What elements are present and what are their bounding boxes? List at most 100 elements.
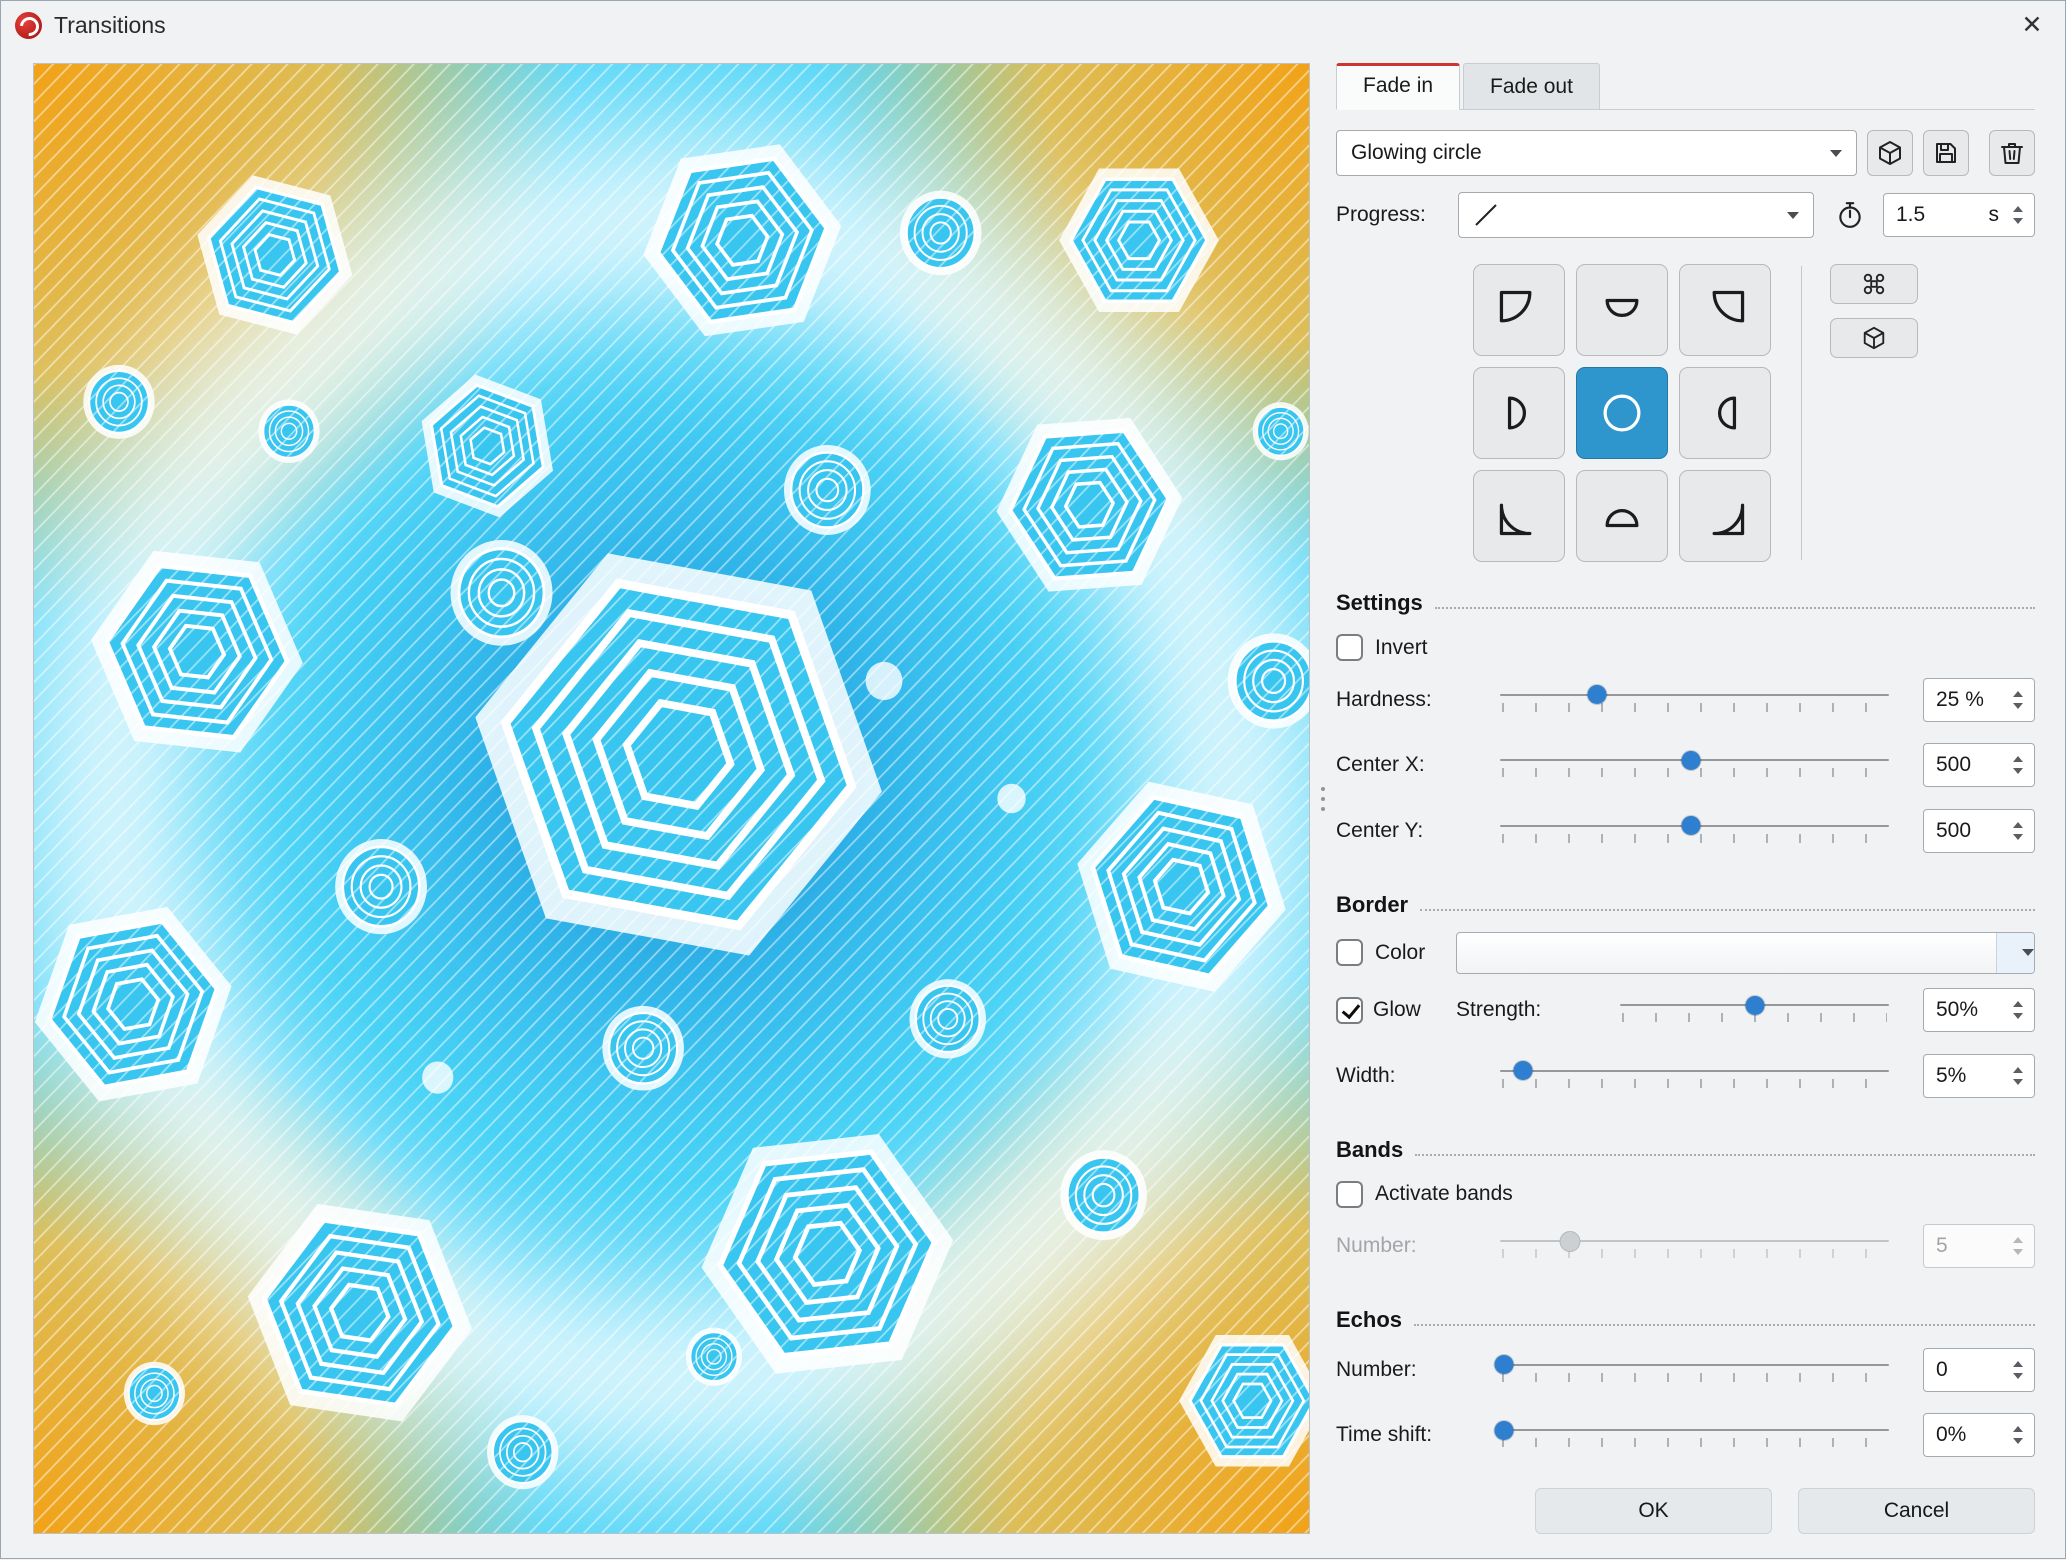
half-circle-top-icon (1605, 298, 1639, 317)
echos-number-slider[interactable] (1494, 1352, 1889, 1388)
slider-thumb[interactable] (1494, 1355, 1514, 1375)
tab-fade-in[interactable]: Fade in (1336, 63, 1461, 110)
center-y-spinner[interactable]: 500 (1923, 808, 2035, 853)
command-button[interactable] (1830, 264, 1918, 304)
color-checkbox[interactable] (1336, 939, 1363, 966)
quarter-circle-bottom-left-icon (1499, 503, 1532, 536)
slider-thumb[interactable] (1494, 1420, 1514, 1440)
tab-fade-out[interactable]: Fade out (1463, 63, 1600, 109)
close-button[interactable]: ✕ (1999, 1, 2065, 49)
color-label: Color (1375, 940, 1426, 964)
activate-bands-checkbox[interactable] (1336, 1180, 1363, 1208)
slider-thumb[interactable] (1587, 685, 1607, 705)
chevron-box[interactable] (1996, 932, 2034, 973)
border-color-row: Color (1336, 931, 2035, 974)
cube-3d-button[interactable] (1830, 318, 1918, 358)
save-preset-button[interactable] (1923, 130, 1969, 176)
spinner-arrows[interactable] (2009, 1360, 2027, 1379)
quarter-circle-top-left-icon (1499, 290, 1532, 323)
align-right-button[interactable] (1679, 367, 1771, 459)
center-x-spinner[interactable]: 500 (1923, 743, 2035, 788)
time-shift-spinner[interactable]: 0% (1923, 1413, 2035, 1458)
align-top-right-button[interactable] (1679, 264, 1771, 356)
time-shift-row: Time shift: 0% (1336, 1409, 2035, 1463)
activate-bands-checkbox-row[interactable]: Activate bands (1336, 1180, 2035, 1208)
slider-thumb (1560, 1231, 1580, 1251)
center-x-value: 500 (1936, 753, 1972, 777)
slider-thumb[interactable] (1681, 816, 1701, 836)
spinner-arrows[interactable] (2009, 690, 2027, 709)
echos-number-spinner[interactable]: 0 (1923, 1347, 2035, 1392)
slider-track (1500, 1240, 1889, 1243)
align-top-button[interactable] (1576, 264, 1668, 356)
slider-ticks (1502, 768, 1887, 778)
slider-thumb[interactable] (1681, 750, 1701, 770)
glow-width-slider[interactable] (1500, 1058, 1889, 1094)
ok-button[interactable]: OK (1535, 1488, 1772, 1534)
glow-strength-slider[interactable] (1620, 992, 1889, 1028)
align-center-button[interactable] (1576, 367, 1668, 459)
color-checkbox-row[interactable]: Color (1336, 939, 1456, 966)
cancel-button[interactable]: Cancel (1798, 1488, 2035, 1534)
load-preset-button[interactable] (1867, 130, 1913, 176)
delete-preset-button[interactable] (1989, 130, 2035, 176)
bands-section-header: Bands (1336, 1137, 2035, 1163)
alignment-side-buttons (1830, 264, 1918, 358)
hardness-slider[interactable] (1500, 682, 1889, 718)
slider-thumb[interactable] (1513, 1061, 1533, 1081)
center-x-slider[interactable] (1500, 747, 1889, 783)
spinner-arrows[interactable] (2009, 821, 2027, 840)
spinner-arrows[interactable] (2009, 1001, 2027, 1020)
time-shift-slider[interactable] (1494, 1417, 1889, 1453)
glow-checkbox[interactable] (1336, 996, 1363, 1024)
spinner-arrows[interactable] (2009, 756, 2027, 775)
preset-row: Glowing circle (1336, 130, 2035, 176)
hardness-spinner[interactable]: 25 % (1923, 677, 2035, 722)
slider-thumb[interactable] (1745, 995, 1764, 1015)
duration-spinner[interactable]: 1.5 s (1883, 193, 2035, 237)
hardness-value: 25 % (1936, 687, 1984, 711)
stopwatch-button[interactable] (1828, 193, 1872, 237)
align-bottom-button[interactable] (1576, 470, 1668, 562)
invert-checkbox[interactable] (1336, 634, 1363, 661)
alignment-grid (1473, 264, 1771, 562)
preset-value: Glowing circle (1351, 141, 1482, 164)
stopwatch-icon (1839, 202, 1861, 228)
glow-label: Glow (1373, 998, 1421, 1022)
floppy-save-icon (1936, 143, 1956, 163)
time-shift-label: Time shift: (1336, 1423, 1433, 1447)
hardness-row: Hardness: 25 % (1336, 673, 2035, 727)
border-color-dropdown[interactable] (1456, 931, 2035, 974)
progress-curve-dropdown[interactable] (1458, 192, 1814, 238)
center-y-value: 500 (1936, 818, 1972, 842)
align-left-button[interactable] (1473, 367, 1565, 459)
center-y-slider[interactable] (1500, 813, 1889, 849)
activate-bands-label: Activate bands (1375, 1182, 1513, 1205)
duration-unit: s (1988, 203, 2000, 226)
align-bottom-right-button[interactable] (1679, 470, 1771, 562)
spinner-arrows[interactable] (2009, 206, 2027, 224)
invert-checkbox-row[interactable]: Invert (1336, 634, 2035, 661)
spinner-arrows[interactable] (2009, 1066, 2027, 1085)
preset-dropdown[interactable]: Glowing circle (1336, 130, 1857, 176)
spinner-arrows[interactable] (2009, 1426, 2027, 1445)
app-logo-icon (15, 11, 42, 39)
glow-checkbox-row[interactable]: Glow (1336, 996, 1456, 1024)
glow-width-spinner[interactable]: 5% (1923, 1053, 2035, 1098)
bands-number-slider (1500, 1228, 1889, 1264)
echos-number-row: Number: 0 (1336, 1343, 2035, 1397)
splitter-handle[interactable] (1310, 63, 1336, 1534)
align-bottom-left-button[interactable] (1473, 470, 1565, 562)
section-title: Border (1336, 891, 1409, 917)
bands-number-row: Number: 5 (1336, 1220, 2035, 1274)
section-title: Echos (1336, 1307, 1403, 1332)
echos-number-value: 0 (1936, 1357, 1948, 1381)
glow-strength-spinner[interactable]: 50% (1923, 988, 2035, 1033)
bands-number-spinner: 5 (1923, 1224, 2035, 1269)
slider-ticks (1502, 1078, 1887, 1088)
slider-track (1500, 1429, 1889, 1432)
dotted-leader (1434, 607, 2035, 609)
dotted-leader (1420, 908, 2035, 911)
align-top-left-button[interactable] (1473, 264, 1565, 356)
slider-ticks (1502, 702, 1887, 712)
